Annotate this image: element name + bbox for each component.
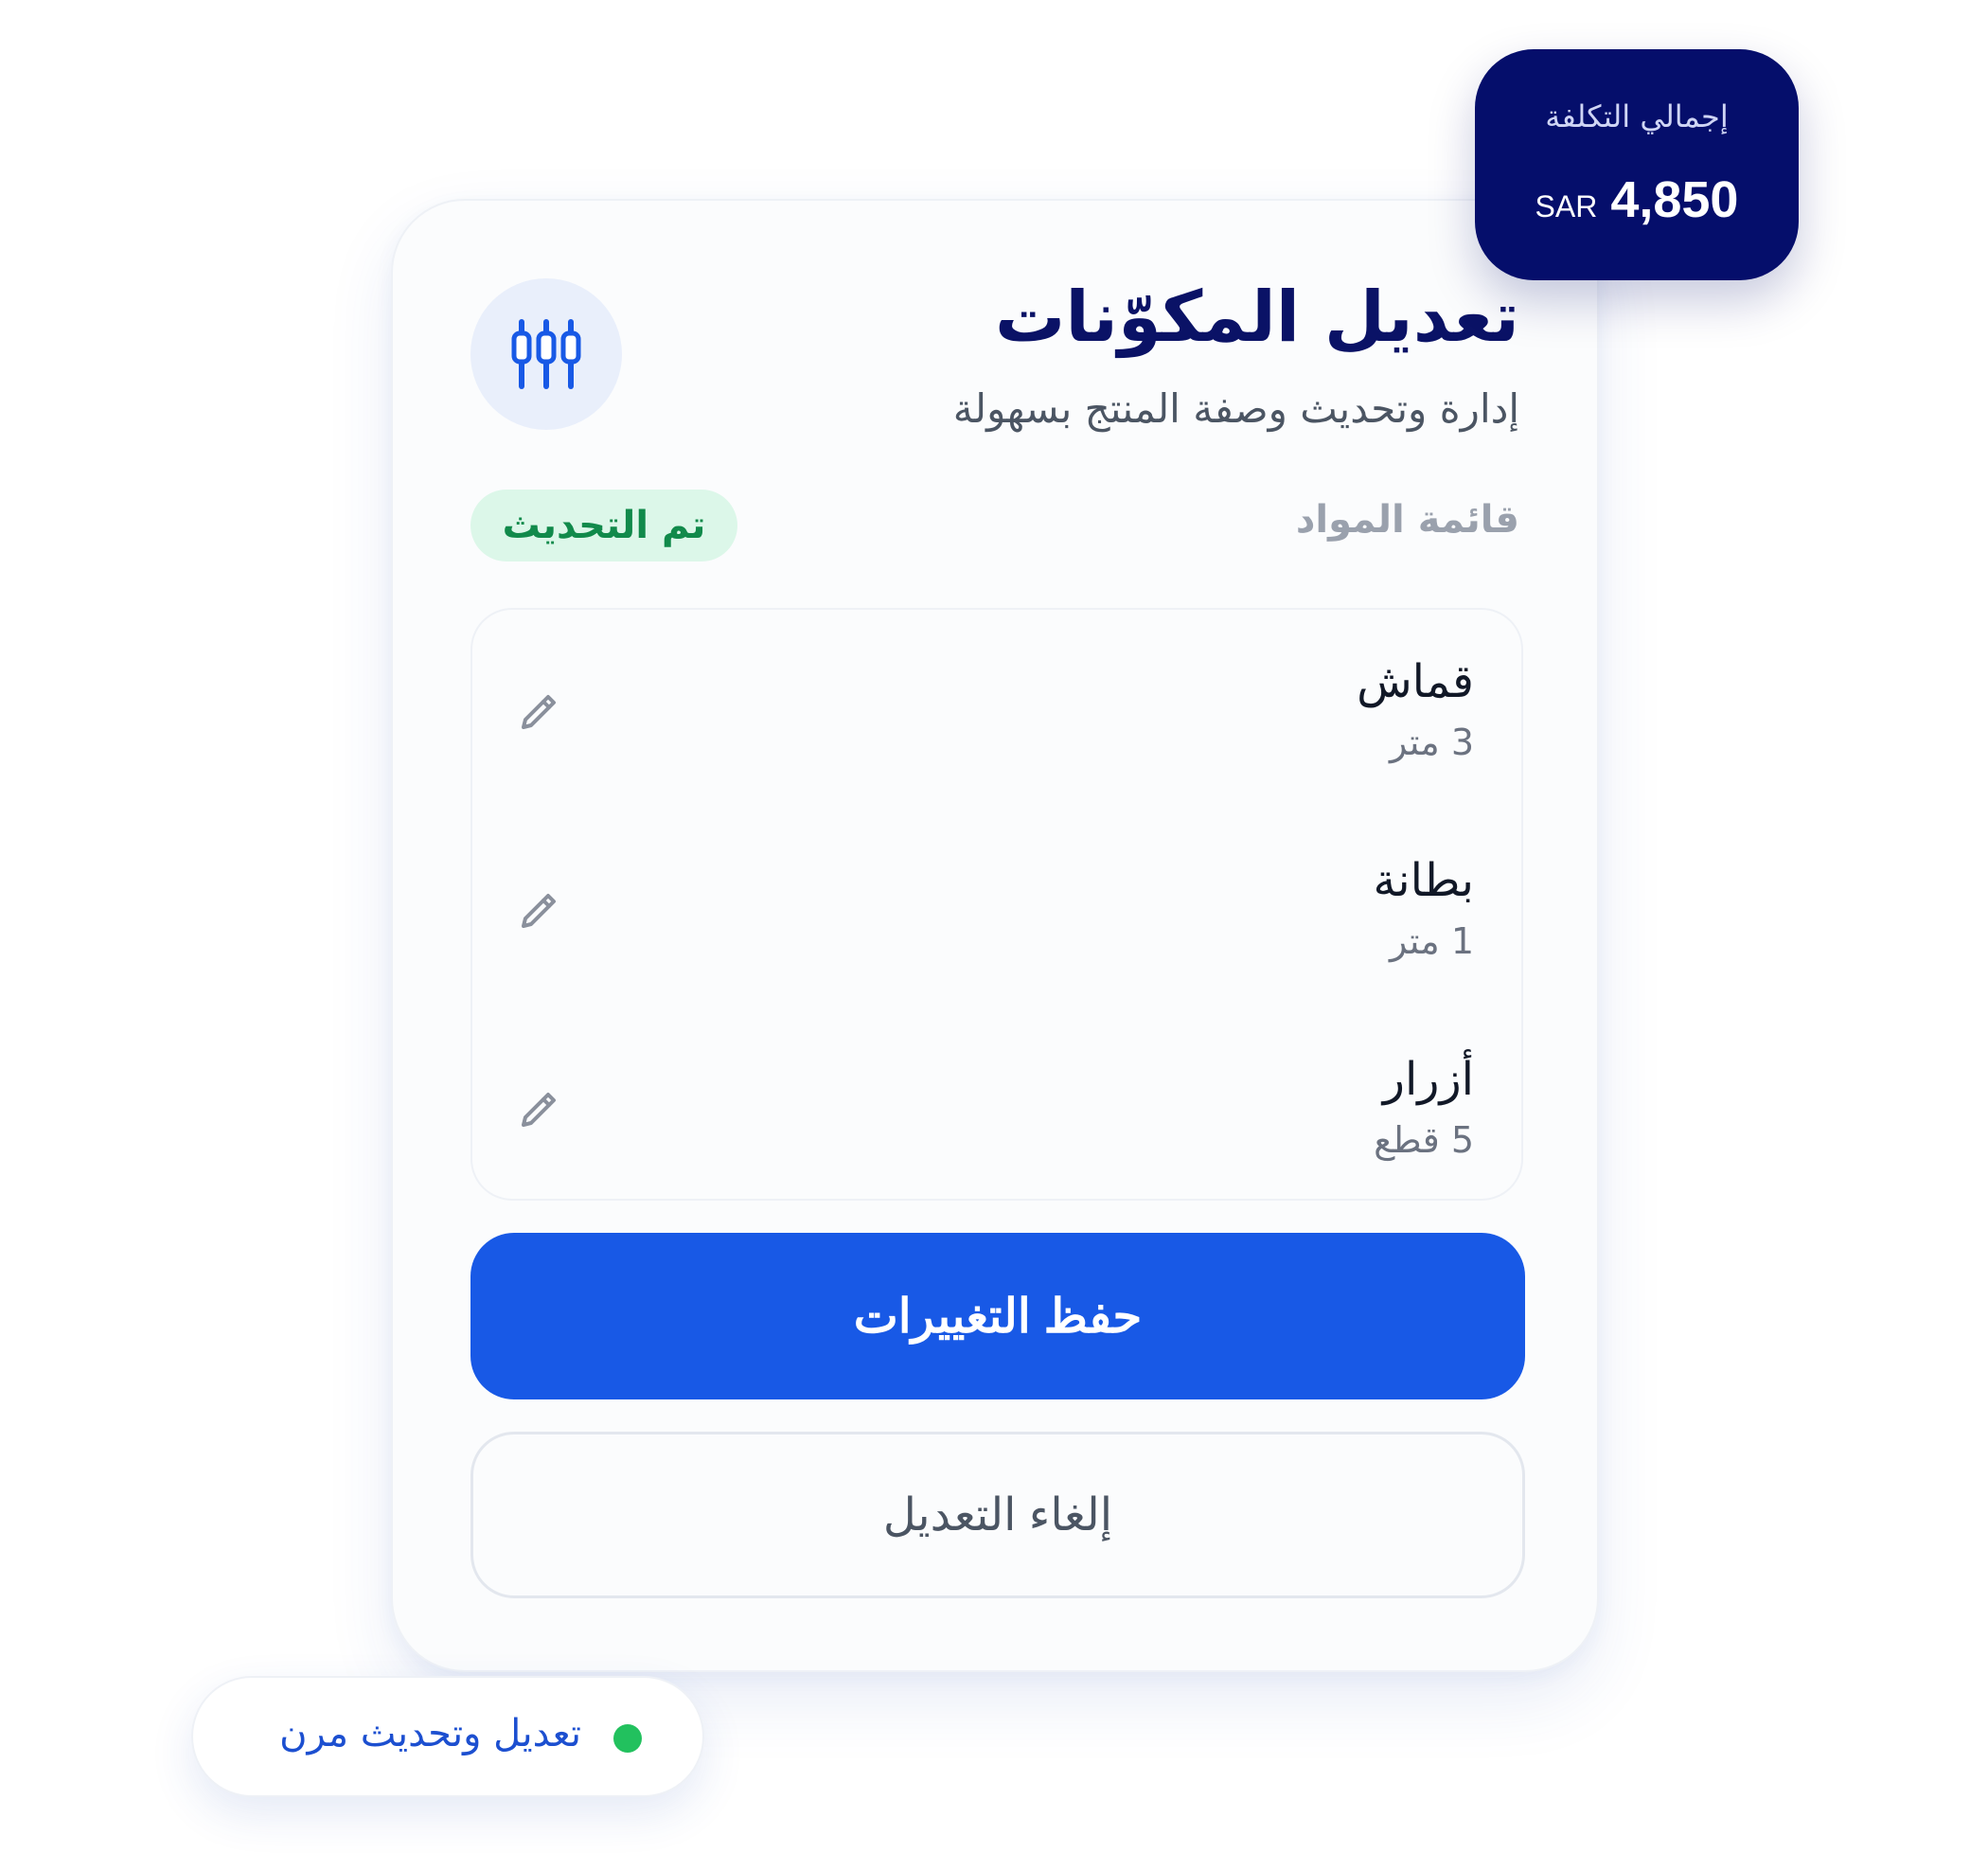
total-cost-badge: إجمالي التكلفة SAR 4,850 bbox=[1475, 49, 1799, 280]
materials-list: قماش 3 متر بطانة 1 متر أزرار 5 قطع bbox=[470, 608, 1523, 1201]
material-name: قماش bbox=[1357, 655, 1474, 708]
edit-material-button[interactable] bbox=[510, 684, 567, 740]
total-cost-amount: 4,850 bbox=[1610, 171, 1739, 228]
material-quantity: 1 متر bbox=[1389, 920, 1474, 962]
material-quantity: 5 قطع bbox=[1374, 1119, 1474, 1161]
sliders-icon-badge bbox=[470, 278, 622, 430]
status-badge: تم التحديث bbox=[470, 490, 737, 561]
flexible-editing-label: تعديل وتحديث مرن bbox=[279, 1712, 581, 1755]
pencil-icon bbox=[522, 1093, 556, 1127]
list-item: قماش 3 متر bbox=[472, 655, 1521, 807]
list-item: أزرار 5 قطع bbox=[472, 1053, 1521, 1204]
material-name: بطانة bbox=[1373, 854, 1474, 907]
canvas: تعديل المكوّنات إدارة وتحديث وصفة المنتج… bbox=[0, 0, 1988, 1871]
materials-list-heading: قائمة المواد bbox=[1295, 498, 1519, 542]
material-name: أزرار bbox=[1382, 1053, 1474, 1106]
currency-code: SAR bbox=[1535, 189, 1598, 223]
edit-material-button[interactable] bbox=[510, 1081, 567, 1138]
card-subtitle: إدارة وتحديث وصفة المنتج بسهولة bbox=[952, 385, 1519, 432]
edit-components-card: تعديل المكوّنات إدارة وتحديث وصفة المنتج… bbox=[391, 199, 1599, 1672]
pencil-icon bbox=[522, 894, 556, 928]
sliders-icon bbox=[511, 319, 581, 389]
material-quantity: 3 متر bbox=[1389, 722, 1474, 763]
edit-material-button[interactable] bbox=[510, 882, 567, 939]
save-changes-button[interactable]: حفظ التغييرات bbox=[470, 1233, 1525, 1399]
flexible-editing-pill: تعديل وتحديث مرن bbox=[191, 1676, 704, 1797]
list-item: بطانة 1 متر bbox=[472, 854, 1521, 1006]
pencil-icon bbox=[522, 695, 556, 729]
total-cost-value: SAR 4,850 bbox=[1475, 170, 1799, 229]
status-dot-icon bbox=[613, 1724, 642, 1753]
card-title: تعديل المكوّنات bbox=[994, 276, 1519, 358]
cancel-edit-button[interactable]: إلغاء التعديل bbox=[470, 1432, 1525, 1598]
total-cost-label: إجمالي التكلفة bbox=[1545, 98, 1729, 134]
